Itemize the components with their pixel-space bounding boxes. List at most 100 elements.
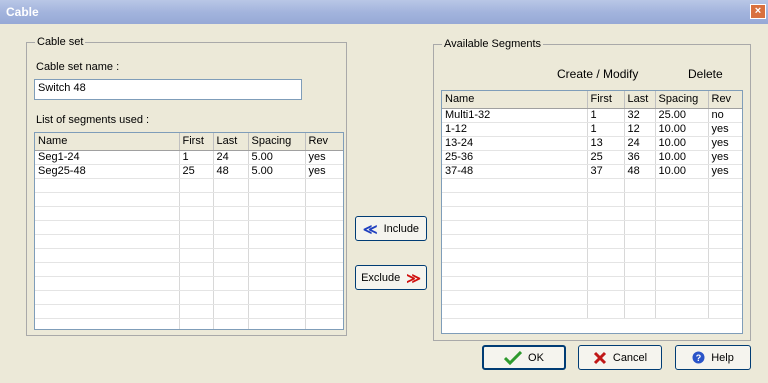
table-cell: [708, 276, 742, 291]
table-cell: [708, 234, 742, 249]
help-button[interactable]: ? Help: [675, 345, 751, 370]
col-last[interactable]: Last: [624, 91, 656, 109]
table-cell: [179, 276, 214, 291]
table-row[interactable]: [35, 178, 343, 193]
cancel-button[interactable]: Cancel: [578, 345, 662, 370]
table-cell: [624, 304, 656, 319]
table-row[interactable]: [442, 248, 742, 263]
table-cell: [35, 178, 180, 193]
col-rev[interactable]: Rev: [708, 91, 742, 109]
table-cell: Seg25-48: [35, 164, 180, 179]
table-cell: [655, 248, 709, 263]
table-cell: [708, 290, 742, 305]
table-cell: [35, 276, 180, 291]
table-cell: [587, 234, 625, 249]
table-row[interactable]: [442, 192, 742, 207]
table-cell: [179, 192, 214, 207]
table-cell: [179, 178, 214, 193]
table-cell: 12: [624, 122, 656, 137]
available-segments-header: Name First Last Spacing Rev: [442, 91, 742, 109]
table-row[interactable]: Multi1-32 1 32 25.00 no: [442, 108, 742, 123]
table-row[interactable]: [442, 178, 742, 193]
table-cell: [305, 206, 343, 221]
table-row[interactable]: [442, 290, 742, 305]
cable-set-name-input[interactable]: Switch 48: [34, 79, 302, 100]
table-cell: [708, 206, 742, 221]
table-row[interactable]: 1-12 1 12 10.00 yes: [442, 122, 742, 137]
table-cell: 13-24: [442, 136, 588, 151]
table-row[interactable]: [442, 262, 742, 277]
table-cell: [624, 234, 656, 249]
exclude-button[interactable]: Exclude ≫: [355, 265, 427, 290]
table-row[interactable]: [35, 290, 343, 305]
col-name[interactable]: Name: [35, 133, 180, 151]
ok-button[interactable]: OK: [482, 345, 566, 370]
table-cell: [213, 178, 249, 193]
table-row[interactable]: [442, 276, 742, 291]
table-cell: [305, 178, 343, 193]
table-cell: 1: [587, 122, 625, 137]
table-row[interactable]: Seg25-48 25 48 5.00 yes: [35, 164, 343, 179]
segments-used-list[interactable]: Name First Last Spacing Rev Seg1-24 1 24 5.…: [34, 132, 344, 330]
available-segments-table: Name First Last Spacing Rev Multi1-32 1 32…: [442, 91, 742, 319]
close-button[interactable]: ×: [750, 4, 766, 19]
table-cell: [305, 234, 343, 249]
table-cell: [587, 220, 625, 235]
table-row[interactable]: [35, 220, 343, 235]
table-row[interactable]: 25-36 25 36 10.00 yes: [442, 150, 742, 165]
title-bar[interactable]: Cable ×: [0, 0, 768, 24]
table-cell: [248, 206, 306, 221]
table-cell: [655, 178, 709, 193]
table-cell: [305, 290, 343, 305]
table-cell: 5.00: [248, 150, 306, 165]
table-row[interactable]: [35, 318, 343, 329]
col-last[interactable]: Last: [213, 133, 249, 151]
include-button[interactable]: ≪ Include: [355, 216, 427, 241]
table-cell: [35, 220, 180, 235]
table-row[interactable]: [442, 304, 742, 319]
table-row[interactable]: Seg1-24 1 24 5.00 yes: [35, 150, 343, 165]
table-cell: [305, 318, 343, 329]
table-cell: [248, 234, 306, 249]
table-row[interactable]: [35, 304, 343, 319]
col-first[interactable]: First: [179, 133, 214, 151]
delete-link[interactable]: Delete: [688, 67, 723, 81]
table-row[interactable]: [35, 234, 343, 249]
table-cell: [179, 234, 214, 249]
table-row[interactable]: [35, 248, 343, 263]
table-cell: [179, 206, 214, 221]
table-row[interactable]: [442, 206, 742, 221]
table-cell: [305, 262, 343, 277]
table-cell: 13: [587, 136, 625, 151]
table-row[interactable]: 37-48 37 48 10.00 yes: [442, 164, 742, 179]
table-cell: [179, 318, 214, 329]
table-row[interactable]: [442, 234, 742, 249]
table-cell: [179, 290, 214, 305]
table-cell: [213, 192, 249, 207]
table-cell: [35, 206, 180, 221]
table-cell: [587, 276, 625, 291]
table-row[interactable]: [35, 192, 343, 207]
table-cell: 24: [624, 136, 656, 151]
table-row[interactable]: [35, 276, 343, 291]
table-row[interactable]: [35, 262, 343, 277]
col-spacing[interactable]: Spacing: [655, 91, 709, 109]
col-first[interactable]: First: [587, 91, 625, 109]
table-cell: yes: [708, 150, 742, 165]
table-cell: [35, 262, 180, 277]
table-cell: yes: [708, 136, 742, 151]
available-segments-list[interactable]: Name First Last Spacing Rev Multi1-32 1 32…: [441, 90, 743, 334]
create-modify-link[interactable]: Create / Modify: [557, 67, 638, 81]
table-cell: [248, 192, 306, 207]
table-row[interactable]: [442, 220, 742, 235]
col-name[interactable]: Name: [442, 91, 588, 109]
table-row[interactable]: 13-24 13 24 10.00 yes: [442, 136, 742, 151]
table-cell: [624, 206, 656, 221]
table-cell: [442, 248, 588, 263]
table-cell: [213, 248, 249, 263]
col-spacing[interactable]: Spacing: [248, 133, 306, 151]
col-rev[interactable]: Rev: [305, 133, 343, 151]
table-row[interactable]: [35, 206, 343, 221]
table-cell: [248, 290, 306, 305]
table-cell: [305, 304, 343, 319]
